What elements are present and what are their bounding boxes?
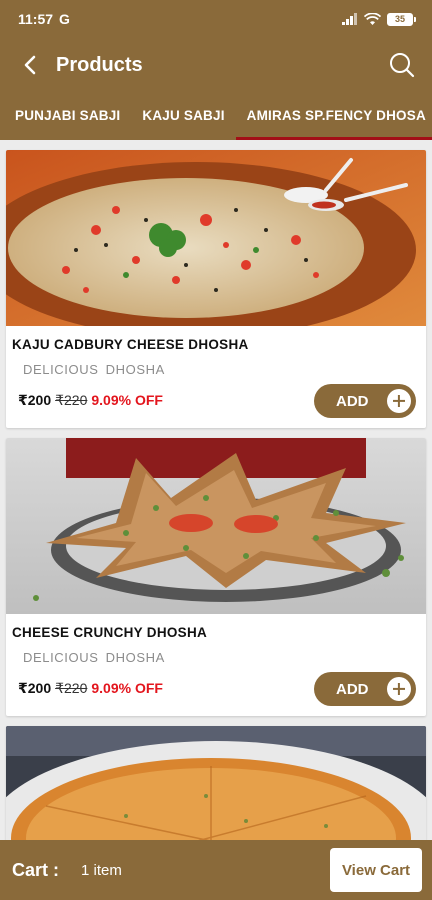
product-mrp: ₹220 [55,392,88,408]
plus-icon [387,677,411,701]
view-cart-button[interactable]: View Cart [330,848,422,892]
page-title: Products [56,53,143,76]
search-icon [390,53,415,78]
cart-item-count: 1 item [81,861,122,879]
price-row: ₹200 ₹220 9.09% OFF [18,680,163,697]
tab-punjabi-sabji[interactable]: PUNJABI SABJI [0,96,131,140]
status-bar: 11:57 G 35 [0,0,432,38]
plus-icon [387,389,411,413]
add-to-cart-button[interactable]: ADD [314,384,416,418]
status-time: 11:57 [18,11,54,27]
top-app-bar: 11:57 G 35 Products PUNJABI SABJI KAJU S… [0,0,432,140]
wifi-icon [364,12,381,25]
product-name: KAJU CADBURY CHEESE DHOSHA [12,337,249,352]
add-to-cart-button[interactable]: ADD [314,672,416,706]
battery-level: 35 [387,12,413,26]
product-price: ₹200 [18,392,52,408]
price-row: ₹200 ₹220 9.09% OFF [18,392,163,409]
chevron-left-icon [24,55,36,75]
product-category: DELICIOUS DHOSHA [23,362,165,377]
add-button-label: ADD [336,392,369,410]
product-mrp: ₹220 [55,680,88,696]
battery-icon: 35 [387,12,416,26]
product-category: DELICIOUS DHOSHA [23,650,165,665]
product-price: ₹200 [18,680,52,696]
category-tabs: PUNJABI SABJI KAJU SABJI AMIRAS SP.FENCY… [0,96,432,140]
signal-icon [342,13,357,25]
search-button[interactable] [386,49,418,81]
product-discount: 9.09% OFF [91,392,163,408]
product-card[interactable] [6,726,426,840]
product-discount: 9.09% OFF [91,680,163,696]
cart-label: Cart : [12,859,60,880]
back-button[interactable] [16,51,44,79]
product-info: CHEESE CRUNCHY DHOSHA DELICIOUS DHOSHA ₹… [6,614,426,716]
product-name: CHEESE CRUNCHY DHOSHA [12,625,208,640]
product-list[interactable]: KAJU CADBURY CHEESE DHOSHA DELICIOUS DHO… [0,140,432,840]
tab-amiras-sp-fency-dhosa[interactable]: AMIRAS SP.FENCY DHOSA [235,96,432,140]
product-image [6,438,426,614]
tab-kaju-sabji[interactable]: KAJU SABJI [131,96,235,140]
product-card[interactable]: CHEESE CRUNCHY DHOSHA DELICIOUS DHOSHA ₹… [6,438,426,716]
network-g-icon: G [59,11,70,27]
app-bar: Products [0,38,432,92]
product-info: KAJU CADBURY CHEESE DHOSHA DELICIOUS DHO… [6,326,426,428]
product-card[interactable]: KAJU CADBURY CHEESE DHOSHA DELICIOUS DHO… [6,150,426,428]
cart-bar: Cart : 1 item View Cart [0,840,432,900]
product-image [6,726,426,840]
product-image [6,150,426,326]
add-button-label: ADD [336,680,369,698]
